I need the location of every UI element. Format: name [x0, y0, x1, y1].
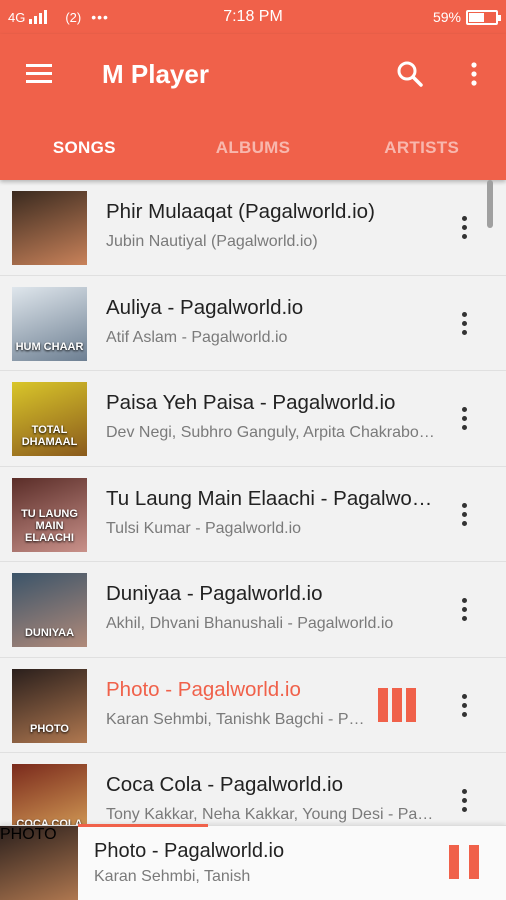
now-playing-title: Photo - Pagalworld.io: [94, 840, 285, 862]
album-art-caption: TU LAUNG MAIN ELAACHI: [21, 507, 78, 544]
song-title: Auliya - Pagalworld.io: [106, 295, 304, 319]
song-title: Tu Laung Main Elaachi - Pagalworld.io: [106, 486, 436, 510]
album-art: TU LAUNG MAIN ELAACHI: [12, 477, 87, 552]
battery-percent: 59%: [432, 9, 461, 25]
tab-songs[interactable]: SONGS: [0, 124, 169, 170]
album-art: TOTAL DHAMAAL: [12, 382, 87, 456]
song-list[interactable]: Phir Mulaaqat (Pagalworld.io) Jubin Nauti…: [0, 180, 506, 825]
album-art: PHOTO: [12, 668, 87, 743]
song-title: Photo - Pagalworld.io: [106, 677, 301, 701]
song-artist: Jubin Nautiyal (Pagalworld.io): [106, 233, 318, 250]
song-artist: Karan Sehmbi, Tanishk Bagchi - Pagalworl…: [106, 710, 366, 728]
album-art-caption: TOTAL DHAMAAL: [21, 424, 78, 448]
song-options-icon[interactable]: [459, 789, 471, 813]
battery-icon: [466, 9, 501, 25]
song-title: Phir Mulaaqat (Pagalworld.io): [106, 200, 375, 223]
album-art-caption: COCA COLA: [16, 818, 83, 825]
song-options-icon[interactable]: [459, 311, 471, 336]
tab-bar: SONGS ALBUMS ARTISTS: [0, 124, 506, 170]
playback-progress: [78, 824, 208, 827]
song-row[interactable]: TU LAUNG MAIN ELAACHI Tu Laung Main Elaac…: [0, 466, 506, 562]
song-row[interactable]: DUNIYAA Duniyaa - Pagalworld.io Akhil, Dhv…: [0, 562, 506, 658]
album-art: HUM CHAAR: [12, 286, 87, 361]
album-art-caption: HUM CHAAR: [15, 340, 84, 353]
song-row[interactable]: Phir Mulaaqat (Pagalworld.io) Jubin Nauti…: [0, 180, 506, 276]
now-playing-album-art: PHOTO: [0, 826, 78, 900]
m-player-screen: 4G (2) ••• 7:18 PM 59% M Player SONGS AL…: [0, 0, 506, 900]
album-art: COCA COLA: [12, 764, 87, 825]
song-title: Paisa Yeh Paisa - Pagalworld.io: [106, 391, 396, 414]
status-right: 59%: [432, 9, 501, 25]
song-options-icon[interactable]: [459, 502, 471, 527]
album-art: [12, 191, 87, 265]
app-bar: M Player SONGS ALBUMS ARTISTS: [0, 34, 506, 180]
album-art-caption: PHOTO: [30, 722, 69, 735]
song-row[interactable]: HUM CHAAR Auliya - Pagalworld.io Atif Asla…: [0, 275, 506, 371]
hamburger-menu-icon[interactable]: [26, 64, 52, 84]
song-artist: Tulsi Kumar - Pagalworld.io: [106, 519, 302, 537]
status-time: 7:18 PM: [223, 8, 283, 25]
album-art: DUNIYAA: [12, 573, 87, 647]
tab-artists[interactable]: ARTISTS: [337, 124, 506, 170]
song-row[interactable]: TOTAL DHAMAAL Paisa Yeh Paisa - Pagalworl…: [0, 371, 506, 467]
scrollbar[interactable]: [487, 180, 493, 228]
album-art-caption: PHOTO: [0, 826, 57, 843]
song-options-icon[interactable]: [459, 693, 471, 718]
song-artist: Dev Negi, Subhro Ganguly, Arpita Chakrab…: [106, 424, 436, 441]
song-title: Duniyaa - Pagalworld.io: [106, 582, 323, 605]
song-options-icon[interactable]: [459, 598, 471, 622]
album-art-caption: DUNIYAA: [24, 627, 75, 639]
status-bar: 4G (2) ••• 7:18 PM 59%: [0, 0, 506, 34]
tab-albums[interactable]: ALBUMS: [169, 124, 338, 170]
song-artist: Atif Aslam - Pagalworld.io: [106, 328, 288, 346]
search-icon[interactable]: [396, 60, 424, 88]
song-title: Coca Cola - Pagalworld.io: [106, 773, 344, 796]
app-title: M Player: [102, 59, 209, 89]
now-playing-equalizer-icon: [378, 687, 416, 722]
song-artist: Akhil, Dhvani Bhanushali - Pagalworld.io: [106, 615, 394, 632]
pause-icon[interactable]: [449, 845, 479, 879]
song-options-icon[interactable]: [459, 407, 471, 431]
song-options-icon[interactable]: [459, 216, 471, 240]
song-row[interactable]: PHOTO Photo - Pagalworld.io Karan Sehmbi, …: [0, 657, 506, 753]
song-row[interactable]: COCA COLA Coca Cola - Pagalworld.io Tony K…: [0, 753, 506, 825]
now-playing-artist: Karan Sehmbi, Tanish: [94, 868, 251, 885]
song-artist: Tony Kakkar, Neha Kakkar, Young Desi - P…: [106, 806, 436, 823]
more-vert-icon[interactable]: [464, 60, 484, 88]
now-playing-bar[interactable]: PHOTO Photo - Pagalworld.io Karan Sehmbi…: [0, 824, 506, 900]
